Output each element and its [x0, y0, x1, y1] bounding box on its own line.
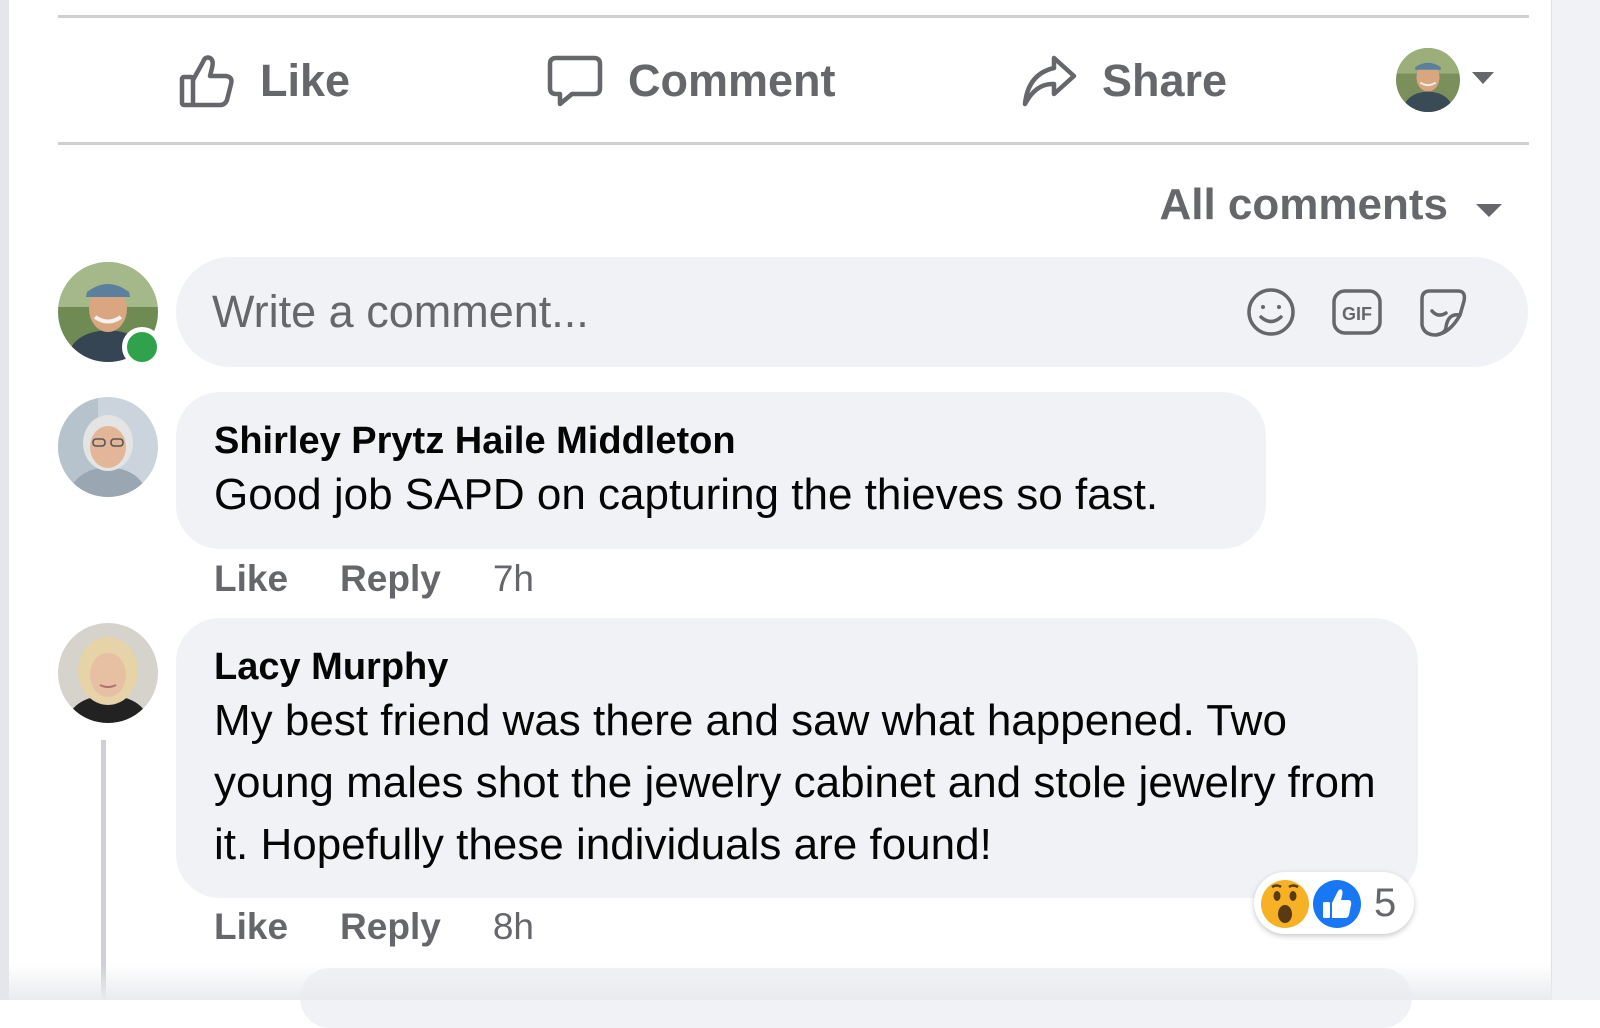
comment-author[interactable]: Shirley Prytz Haile Middleton: [214, 420, 736, 463]
comment-text: Good job SAPD on capturing the thieves s…: [214, 470, 1159, 519]
comment-label: Comment: [628, 55, 836, 106]
comment-sort-label: All comments: [1159, 180, 1448, 229]
wow-reaction-icon: [1257, 876, 1313, 932]
comment-timestamp[interactable]: 7h: [493, 558, 534, 600]
caret-down-icon: [1474, 180, 1504, 230]
commenter-avatar[interactable]: [58, 623, 158, 723]
comment-sort-dropdown[interactable]: All comments: [1159, 180, 1504, 230]
comment-bubble: Lacy Murphy My best friend was there and…: [176, 618, 1418, 898]
like-reaction-icon: [1309, 876, 1365, 932]
gif-icon[interactable]: GIF: [1330, 285, 1384, 339]
like-button[interactable]: Like: [178, 18, 350, 144]
sticker-icon[interactable]: [1416, 285, 1470, 339]
caret-down-icon: [1470, 70, 1496, 91]
comment-actions: Like Reply 8h: [214, 906, 534, 948]
reply-thread-line: [101, 740, 106, 1000]
reaction-summary[interactable]: 5: [1254, 872, 1414, 934]
comment-reply-link[interactable]: Reply: [340, 558, 441, 600]
reaction-count: 5: [1374, 881, 1397, 925]
like-label: Like: [260, 55, 351, 106]
emoji-icon[interactable]: [1244, 285, 1298, 339]
thumbs-up-icon: [178, 52, 236, 110]
comment-reply-link[interactable]: Reply: [340, 906, 441, 948]
profile-switcher[interactable]: [1396, 48, 1496, 112]
online-status-dot: [122, 327, 162, 367]
post-action-bar: Like Comment Share: [58, 18, 1529, 144]
comment-like-link[interactable]: Like: [214, 558, 288, 600]
comment-actions: Like Reply 7h: [214, 558, 534, 600]
bottom-fade: [9, 964, 1552, 1000]
share-arrow-icon: [1020, 52, 1078, 110]
share-button[interactable]: Share: [1020, 18, 1227, 144]
avatar: [1396, 48, 1460, 112]
comment-author[interactable]: Lacy Murphy: [214, 646, 448, 689]
comment-like-link[interactable]: Like: [214, 906, 288, 948]
svg-text:GIF: GIF: [1342, 304, 1372, 324]
comment-text: My best friend was there and saw what ha…: [214, 696, 1376, 869]
comment-composer: GIF: [176, 257, 1528, 367]
page-scroll-gutter: [1551, 0, 1600, 1000]
share-label: Share: [1102, 55, 1228, 106]
comment-bubble: Shirley Prytz Haile Middleton Good job S…: [176, 392, 1266, 549]
speech-bubble-icon: [546, 52, 604, 110]
action-bar-divider: [58, 142, 1529, 145]
comment-input[interactable]: [212, 287, 1152, 337]
commenter-avatar[interactable]: [58, 397, 158, 497]
comment-button[interactable]: Comment: [546, 18, 836, 144]
page-left-edge: [0, 0, 9, 1000]
comment-timestamp[interactable]: 8h: [493, 906, 534, 948]
